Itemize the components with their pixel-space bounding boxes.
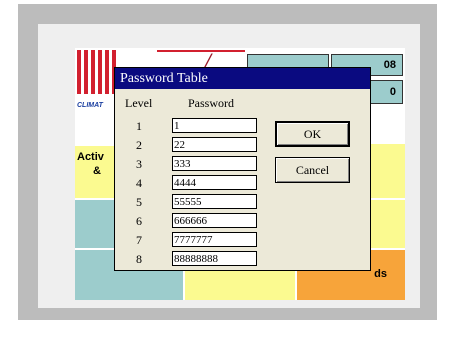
tile-orange-label: ds	[374, 268, 387, 280]
level-number: 2	[136, 138, 142, 152]
level-number: 6	[136, 214, 142, 228]
level-number: 3	[136, 157, 142, 171]
password-field-3[interactable]: 333	[172, 156, 257, 171]
password-field-4[interactable]: 4444	[172, 175, 257, 190]
logo-stripes	[77, 50, 117, 94]
password-field-5[interactable]: 55555	[172, 194, 257, 209]
password-field-6[interactable]: 666666	[172, 213, 257, 228]
password-field-2[interactable]: 22	[172, 137, 257, 152]
level-column-header: Level	[125, 96, 153, 110]
password-row: 7 7777777	[115, 232, 315, 249]
ok-button[interactable]: OK	[275, 121, 350, 147]
password-field-8[interactable]: 88888888	[172, 251, 257, 266]
level-number: 1	[136, 119, 142, 133]
logo-text: CLIMAT	[77, 102, 103, 109]
password-field-1[interactable]: 1	[172, 118, 257, 133]
level-number: 4	[136, 176, 142, 190]
password-row: 5 55555	[115, 194, 315, 211]
password-row: 8 88888888	[115, 251, 315, 268]
level-number: 5	[136, 195, 142, 209]
password-field-7[interactable]: 7777777	[172, 232, 257, 247]
cancel-button[interactable]: Cancel	[275, 157, 350, 183]
password-row: 6 666666	[115, 213, 315, 230]
password-table-dialog: Password Table Level Password 1 1 2 22 3…	[114, 67, 371, 271]
level-number: 8	[136, 252, 142, 266]
level-number: 7	[136, 233, 142, 247]
dialog-titlebar[interactable]: Password Table	[115, 68, 370, 89]
password-column-header: Password	[188, 96, 235, 110]
